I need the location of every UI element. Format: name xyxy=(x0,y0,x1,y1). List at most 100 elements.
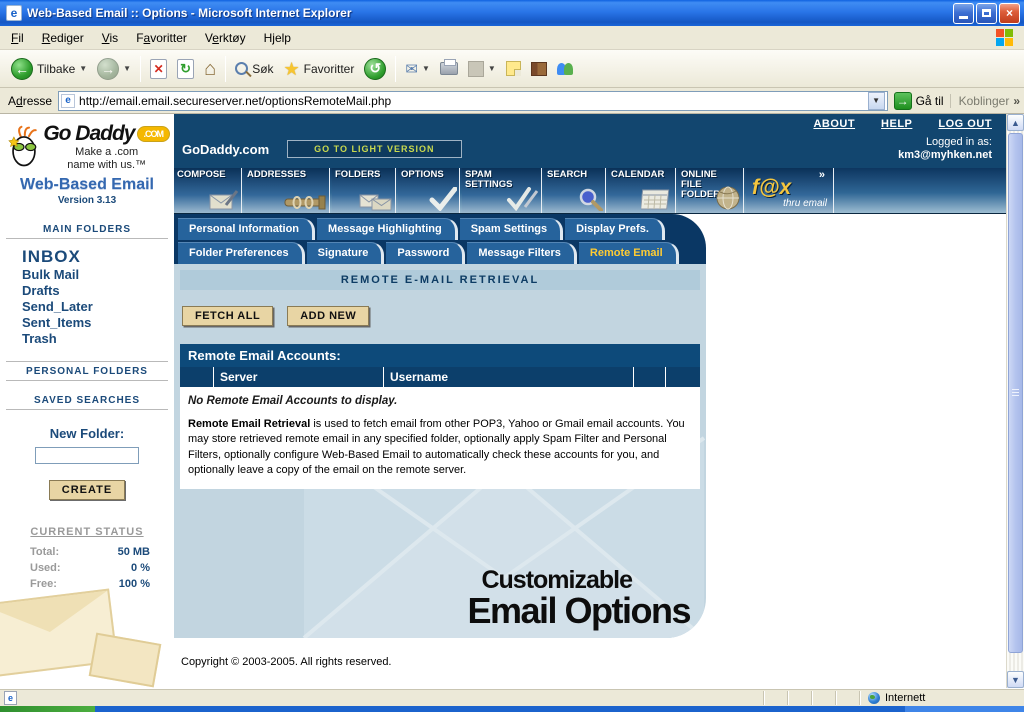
empty-accounts-message: No Remote Email Accounts to display. xyxy=(188,395,398,407)
godaddy-com-badge: .COM xyxy=(136,126,170,143)
help-link[interactable]: HELP xyxy=(881,118,912,130)
discuss-note-icon xyxy=(505,61,521,76)
online-file-folder-button[interactable]: ONLINE FILE FOLDER xyxy=(678,168,744,213)
address-url[interactable]: http://email.email.secureserver.net/opti… xyxy=(79,94,868,108)
close-button[interactable]: × xyxy=(999,2,1020,24)
menu-favoritter[interactable]: Favoritter xyxy=(127,28,196,48)
search-icon xyxy=(235,62,249,75)
compose-envelope-icon xyxy=(209,190,239,210)
scrollbar-track[interactable] xyxy=(1007,131,1024,671)
tab-message-highlighting[interactable]: Message Highlighting xyxy=(317,218,458,240)
menu-hjelp[interactable]: Hjelp xyxy=(255,28,300,48)
spam-settings-button[interactable]: SPAM SETTINGS xyxy=(462,168,542,213)
minimize-button[interactable] xyxy=(953,2,974,24)
folder-list: INBOX Bulk Mail Drafts Send_Later Sent_I… xyxy=(0,239,174,347)
tab-spam-settings[interactable]: Spam Settings xyxy=(459,218,564,240)
search-label: Søk xyxy=(252,61,274,76)
messenger-button[interactable] xyxy=(552,61,578,77)
options-button[interactable]: OPTIONS xyxy=(398,168,460,213)
sidebar-item-trash[interactable]: Trash xyxy=(22,331,174,347)
edit-button[interactable]: ▼ xyxy=(463,59,501,79)
go-button[interactable]: → Gå til xyxy=(893,91,944,110)
addresses-button[interactable]: ADDRESSES xyxy=(244,168,330,213)
about-link[interactable]: ABOUT xyxy=(813,118,855,130)
sidebar-item-inbox[interactable]: INBOX xyxy=(22,247,174,267)
create-folder-button[interactable]: CREATE xyxy=(48,480,126,500)
logged-in-label: Logged in as: xyxy=(925,136,992,148)
new-folder-input[interactable] xyxy=(35,447,139,464)
fax-thru-email-button[interactable]: » f@x thru email xyxy=(746,168,834,213)
light-version-button[interactable]: GO TO LIGHT VERSION xyxy=(287,140,462,158)
favorites-button[interactable]: ★ Favoritter xyxy=(279,58,360,80)
add-new-button[interactable]: ADD NEW xyxy=(287,306,370,326)
status-left: e xyxy=(0,690,763,705)
stop-button[interactable]: ✕ xyxy=(145,57,172,81)
address-bar: Adresse e http://email.email.secureserve… xyxy=(0,88,1024,114)
discuss-button[interactable] xyxy=(501,59,526,78)
restore-button[interactable] xyxy=(976,2,997,24)
folders-envelopes-icon xyxy=(359,194,392,211)
taskbar-edge xyxy=(0,706,1024,712)
back-dropdown-icon[interactable]: ▼ xyxy=(79,64,87,73)
history-button[interactable]: ↺ xyxy=(359,56,391,82)
search-button[interactable]: Søk xyxy=(230,60,278,78)
menu-verktoy[interactable]: Verktøy xyxy=(196,28,255,48)
new-folder-label: New Folder: xyxy=(49,426,125,441)
remote-email-content: REMOTE E-MAIL RETRIEVAL FETCH ALL ADD NE… xyxy=(174,264,706,638)
links-label: Koblinger xyxy=(958,93,1010,108)
address-dropdown-icon[interactable]: ▼ xyxy=(867,91,885,110)
refresh-button[interactable]: ↻ xyxy=(172,57,199,81)
calendar-button[interactable]: CALENDAR xyxy=(608,168,676,213)
folders-button[interactable]: FOLDERS xyxy=(332,168,396,213)
sidebar-item-send-later[interactable]: Send_Later xyxy=(22,299,174,315)
status-row-total: Total: 50 MB xyxy=(30,546,150,558)
accounts-table-header: Server Username xyxy=(180,367,700,387)
sidebar-item-sent-items[interactable]: Sent_Items xyxy=(22,315,174,331)
scroll-up-icon[interactable]: ▲ xyxy=(1007,114,1024,131)
sidebar-item-bulk-mail[interactable]: Bulk Mail xyxy=(22,267,174,283)
tab-display-prefs[interactable]: Display Prefs. xyxy=(565,218,665,240)
godaddy-tagline-line1: Make a .com xyxy=(75,146,139,158)
research-button[interactable] xyxy=(526,60,552,78)
fax-chevron-icon: » xyxy=(818,169,825,181)
tab-folder-preferences[interactable]: Folder Preferences xyxy=(178,242,305,264)
fetch-all-button[interactable]: FETCH ALL xyxy=(182,306,274,326)
home-button[interactable]: ⌂ xyxy=(199,57,221,81)
favorites-label: Favoritter xyxy=(303,61,355,76)
tab-message-filters[interactable]: Message Filters xyxy=(467,242,577,264)
taskbar-tray-edge xyxy=(905,706,1024,712)
tab-remote-email[interactable]: Remote Email xyxy=(578,242,679,264)
logout-link[interactable]: LOG OUT xyxy=(938,118,992,130)
mail-dropdown-icon[interactable]: ▼ xyxy=(422,64,430,73)
scrollbar-thumb[interactable] xyxy=(1008,133,1023,653)
links-chevron-icon[interactable]: » xyxy=(1013,94,1020,108)
search-nav-button[interactable]: SEARCH xyxy=(544,168,606,213)
tab-signature[interactable]: Signature xyxy=(306,242,385,264)
tab-password[interactable]: Password xyxy=(386,242,466,264)
links-toolbar[interactable]: Koblinger » xyxy=(949,93,1020,108)
menu-rediger[interactable]: Rediger xyxy=(33,28,93,48)
start-button-edge[interactable] xyxy=(0,706,95,712)
calendar-icon xyxy=(641,189,670,210)
main-area: ABOUT HELP LOG OUT GoDaddy.com GO TO LIG… xyxy=(174,114,1006,688)
vertical-scrollbar[interactable]: ▲ ▼ xyxy=(1006,114,1024,688)
spam-settings-check-icon xyxy=(507,187,539,211)
print-button[interactable] xyxy=(435,59,463,77)
sidebar-item-drafts[interactable]: Drafts xyxy=(22,283,174,299)
zone-label: Internett xyxy=(885,691,926,704)
status-row-used: Used: 0 % xyxy=(30,562,150,574)
compose-button[interactable]: COMPOSE xyxy=(174,168,242,213)
menu-vis[interactable]: Vis xyxy=(93,28,127,48)
forward-button[interactable]: → ▼ xyxy=(92,56,136,82)
scroll-down-icon[interactable]: ▼ xyxy=(1007,671,1024,688)
site-header: ABOUT HELP LOG OUT GoDaddy.com GO TO LIG… xyxy=(174,114,1006,168)
address-input[interactable]: e http://email.email.secureserver.net/op… xyxy=(58,90,888,111)
mail-icon: ✉ xyxy=(405,60,418,78)
tab-personal-information[interactable]: Personal Information xyxy=(178,218,316,240)
tab-row-2: Folder Preferences Signature Password Me… xyxy=(178,242,706,264)
section-main-folders: MAIN FOLDERS xyxy=(6,220,168,239)
taskbar-strip xyxy=(95,706,905,712)
menu-fil[interactable]: Fil xyxy=(2,28,33,48)
mail-button[interactable]: ✉ ▼ xyxy=(400,58,435,80)
back-button[interactable]: ← Tilbake ▼ xyxy=(6,56,92,82)
